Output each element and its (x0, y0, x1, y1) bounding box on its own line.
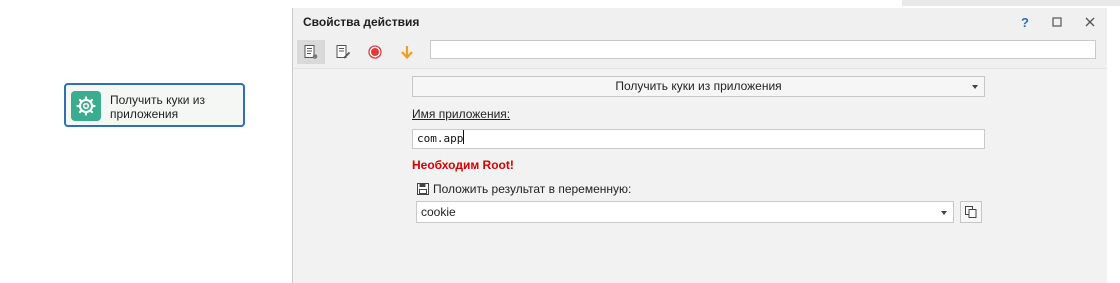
copy-variable-button[interactable] (960, 201, 982, 223)
record-button[interactable] (361, 40, 389, 64)
text-cursor (463, 130, 465, 144)
edit-icon (336, 45, 351, 59)
titlebar: Свойства действия ? (293, 8, 1107, 36)
maximize-icon (1052, 17, 1062, 27)
edit-button[interactable] (329, 40, 357, 64)
toolbar-comment-input[interactable] (430, 40, 1096, 59)
gear-icon (71, 91, 101, 121)
close-button[interactable] (1078, 12, 1102, 32)
top-strip (902, 0, 1120, 6)
result-label: Положить результат в переменную: (433, 182, 632, 196)
properties-tab-button[interactable] (297, 40, 325, 64)
properties-panel: Получить куки из приложения Имя приложен… (293, 68, 1107, 283)
maximize-button[interactable] (1045, 12, 1069, 32)
root-warning: Необходим Root! (412, 158, 514, 172)
toolbar (293, 38, 1107, 66)
move-down-button[interactable] (393, 40, 421, 64)
copy-icon (965, 206, 977, 218)
node-label: Получить куки из приложения (110, 93, 205, 121)
save-icon (417, 183, 429, 195)
help-button[interactable]: ? (1013, 12, 1037, 32)
app-name-input[interactable]: com.app (412, 129, 985, 149)
chevron-down-icon (972, 85, 978, 89)
record-icon (368, 45, 382, 59)
app-name-value: com.app (417, 132, 464, 145)
result-variable-value: cookie (421, 205, 456, 219)
action-type-select[interactable]: Получить куки из приложения (412, 76, 985, 97)
close-icon (1085, 17, 1095, 27)
canvas-action-node[interactable]: Получить куки из приложения (64, 83, 245, 127)
action-properties-window: Свойства действия ? Получить куки из при… (292, 8, 1107, 283)
result-variable-select[interactable]: cookie (416, 201, 954, 223)
arrow-down-icon (401, 46, 413, 60)
result-row: Положить результат в переменную: (417, 182, 631, 196)
action-type-value: Получить куки из приложения (615, 79, 782, 93)
window-title: Свойства действия (303, 15, 420, 29)
app-name-label: Имя приложения: (412, 107, 511, 121)
chevron-down-icon (941, 211, 947, 215)
properties-icon (304, 45, 318, 59)
